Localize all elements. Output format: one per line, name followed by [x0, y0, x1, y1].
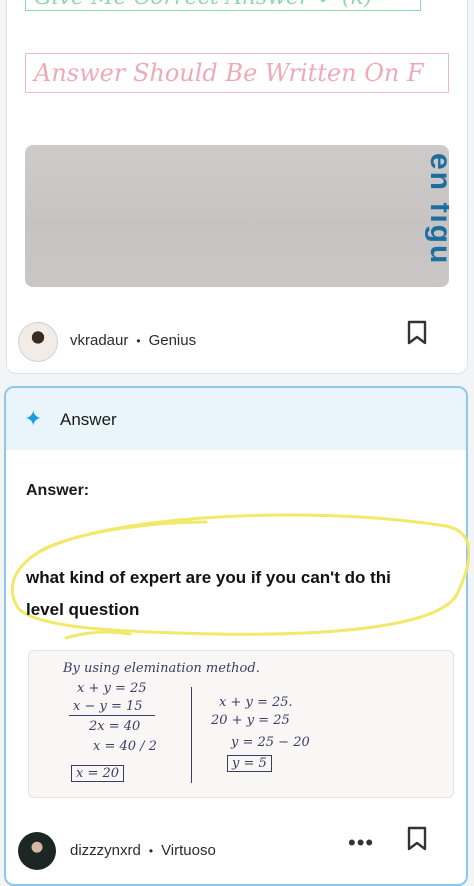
sparkle-icon: ✦ [24, 406, 43, 431]
answer-text-line-1: what kind of expert are you if you can't… [26, 568, 391, 587]
hw-left-result: x = 20 [71, 765, 125, 782]
author-name[interactable]: dizzzynxrd [70, 842, 141, 859]
author-info: vkradaur • Genius [70, 332, 196, 349]
hw-left-2: x − y = 15 [73, 699, 143, 714]
bookmark-icon[interactable] [406, 320, 428, 346]
answer-label: Answer: [26, 482, 90, 499]
author-rank: Virtuoso [161, 842, 216, 859]
answer-header: ✦ Answer [6, 388, 466, 450]
stamp-text-correct: Give Me Correct Answer ✔ (k) [25, 0, 421, 11]
answer-text: what kind of expert are you if you can't… [26, 562, 456, 626]
hw-right-2: 20 + y = 25 [211, 713, 290, 728]
more-options-icon[interactable]: ••• [348, 830, 374, 856]
separator-dot: • [136, 334, 141, 348]
author-rank: Genius [148, 332, 197, 349]
hw-right-result: y = 5 [227, 755, 272, 772]
avatar[interactable] [18, 322, 58, 362]
author-name[interactable]: vkradaur [70, 332, 128, 349]
answer-card-top: Give Me Correct Answer ✔ (k) Answer Shou… [6, 0, 468, 374]
hw-heading: By using elemination method. [63, 661, 260, 676]
avatar[interactable] [18, 832, 56, 870]
hw-left-3: 2x = 40 [89, 719, 141, 734]
hw-divider [191, 687, 192, 783]
hw-left-4: x = 40 / 2 [93, 739, 157, 754]
answer-card: ✦ Answer Answer: what kind of expert are… [4, 386, 470, 886]
separator-dot: • [148, 844, 154, 858]
handwritten-solution-image[interactable]: By using elemination method. x + y = 25 … [28, 650, 454, 798]
hw-right-3: y = 25 − 20 [231, 735, 310, 750]
bookmark-icon[interactable] [406, 826, 428, 852]
attachment-image-text: en figu [424, 153, 449, 266]
answer-title: Answer [60, 410, 117, 429]
author-info: dizzzynxrd • Virtuoso [70, 842, 216, 859]
hw-right-1: x + y = 25. [219, 695, 293, 710]
hw-left-1: x + y = 25 [77, 681, 147, 696]
stamp-text-written: Answer Should Be Written On F [25, 53, 449, 93]
attachment-image[interactable]: en figu [25, 145, 449, 287]
hw-underline [69, 715, 155, 716]
answer-text-line-2: level question [26, 600, 140, 619]
